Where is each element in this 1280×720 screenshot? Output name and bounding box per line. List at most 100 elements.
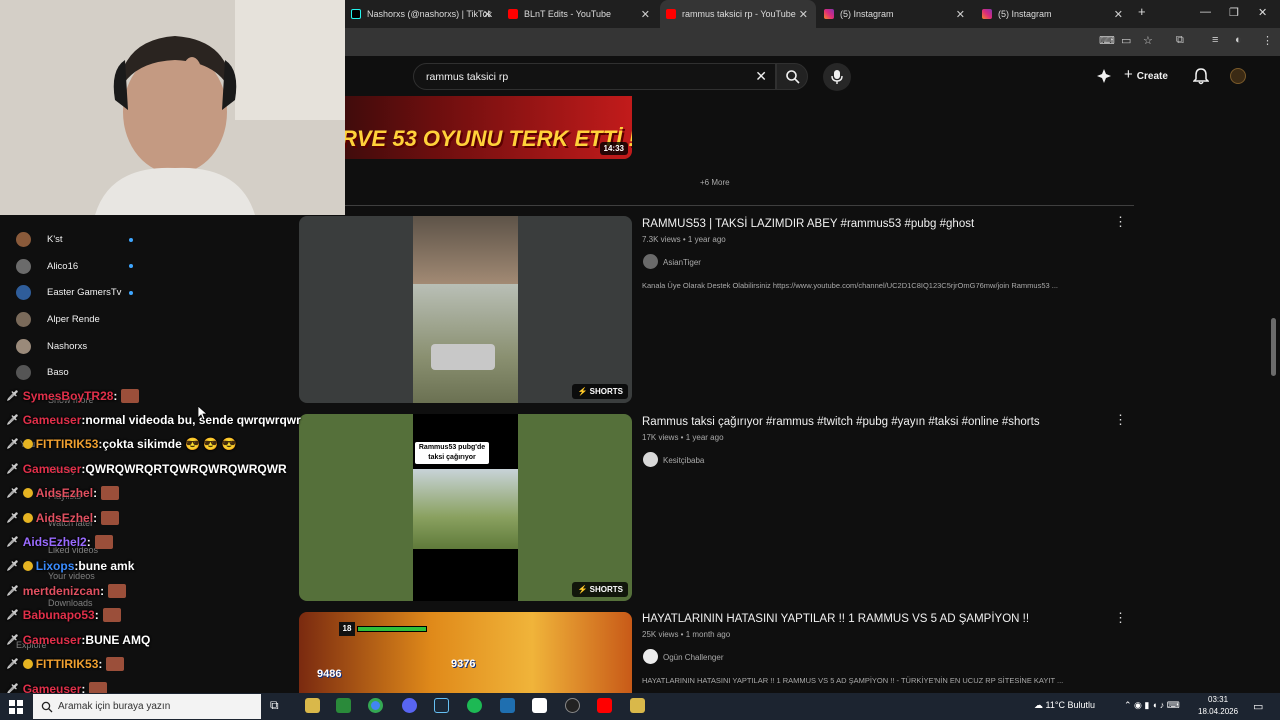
avatar <box>16 338 31 354</box>
taskbar-clock[interactable]: 03:31 18.04.2026 <box>1198 694 1238 718</box>
ai-sparkle-icon[interactable] <box>1096 68 1112 84</box>
new-tab-icon[interactable]: + <box>1138 4 1146 19</box>
search-input[interactable]: rammus taksici rp ✕ <box>413 63 776 90</box>
chat-username: Gameuser <box>22 462 82 476</box>
more-results-link[interactable]: +6 More <box>700 178 730 187</box>
task-view-icon[interactable]: ⧉ <box>270 698 285 713</box>
tab-tiktok[interactable]: Nashorxs (@nashorxs) | TikTok ✕ <box>345 0 500 28</box>
app-icon[interactable] <box>630 698 645 713</box>
app-icon[interactable] <box>565 698 580 713</box>
extensions-icon[interactable]: ⧉ <box>1176 34 1184 47</box>
video-thumbnail[interactable]: Rammus53 pubg'de taksi çağırıyor ⚡ SHORT… <box>299 414 632 601</box>
subscriber-badge-icon <box>22 439 33 449</box>
channel-avatar[interactable] <box>643 649 658 664</box>
youtube-icon <box>508 9 518 19</box>
media-icon[interactable]: ≡ <box>1212 34 1218 46</box>
steam-icon[interactable] <box>434 698 449 713</box>
channel-avatar[interactable] <box>643 254 658 269</box>
minimize-icon[interactable]: — <box>1200 6 1211 18</box>
app-icon[interactable] <box>336 698 351 713</box>
app-icon[interactable] <box>500 698 515 713</box>
channel-name[interactable]: Ogün Challenger <box>663 653 723 662</box>
chat-text: normal videoda bu, sende qwrqwrqwr <box>85 413 301 427</box>
video-thumbnail-top[interactable]: RVE 53 OYUNU TERK ETTİ ! 14:33 <box>299 96 632 159</box>
bookmark-star-icon[interactable]: ☆ <box>1143 34 1153 47</box>
clear-search-icon[interactable]: ✕ <box>755 68 767 85</box>
more-actions-icon[interactable]: ⋮ <box>1114 412 1127 428</box>
close-icon[interactable]: ✕ <box>956 8 965 21</box>
close-icon[interactable]: ✕ <box>1114 8 1123 21</box>
search-icon <box>786 70 800 84</box>
chat-emote <box>121 389 140 403</box>
app-icon[interactable] <box>532 698 547 713</box>
sidebar-subscription-kst[interactable]: K'st <box>16 229 63 249</box>
sidebar-subscription-easter-gamerstv[interactable]: Easter GamersTv <box>16 282 121 302</box>
browser-menu-icon[interactable]: ⋮ <box>1262 34 1273 47</box>
moderator-sword-icon: 🗡 <box>6 463 19 475</box>
video-thumbnail[interactable]: ⚡ SHORTS <box>299 216 632 403</box>
chat-username: AidsEzhel <box>35 486 94 500</box>
video-title[interactable]: Rammus taksi çağırıyor #rammus #twitch #… <box>642 416 1040 428</box>
system-tray-icons[interactable]: ⌃ ◉ ▮ ◖ ♪ ⌨ <box>1124 700 1180 711</box>
sidebar-subscription-alico16[interactable]: Alico16 <box>16 256 78 276</box>
more-actions-icon[interactable]: ⋮ <box>1114 214 1127 230</box>
tab-blnt-edits[interactable]: BLnT Edits - YouTube ✕ <box>502 0 658 28</box>
thumbnail-frame-face <box>413 216 518 284</box>
channel-name[interactable]: Kesitçibaba <box>663 456 704 465</box>
youtube-icon[interactable] <box>597 698 612 713</box>
subscriber-badge-icon <box>22 513 33 523</box>
sidebar-subscription-nashorxs[interactable]: Nashorxs <box>16 336 87 356</box>
create-label: Create <box>1136 71 1168 82</box>
close-icon[interactable]: ✕ <box>799 8 808 21</box>
video-meta: 17K views • 1 year ago <box>642 433 724 442</box>
video-title[interactable]: RAMMUS53 | TAKSİ LAZIMDIR ABEY #rammus53… <box>642 218 974 230</box>
app-icon[interactable] <box>305 698 320 713</box>
chrome-icon[interactable] <box>368 698 383 713</box>
avatar <box>16 284 31 300</box>
avatar <box>16 231 31 247</box>
thumbnail-overlay-text: RVE 53 OYUNU TERK ETTİ ! <box>341 126 632 151</box>
chat-username: Lixops <box>35 559 75 573</box>
restore-icon[interactable]: ❐ <box>1229 6 1239 19</box>
taskbar-weather[interactable]: ☁ 11°C Bulutlu <box>1034 700 1095 711</box>
chat-separator: : <box>94 608 99 622</box>
channel-avatar[interactable] <box>643 452 658 467</box>
voice-search-button[interactable] <box>823 63 851 91</box>
tab-rammus-search[interactable]: rammus taksici rp - YouTube ✕ <box>660 0 816 28</box>
account-avatar[interactable] <box>1230 68 1246 84</box>
chat-username: AidsEzhel <box>35 511 94 525</box>
taskbar-search-box[interactable]: Aramak için buraya yazın <box>33 694 261 719</box>
moderator-sword-icon: 🗡 <box>6 414 19 426</box>
notifications-bell-icon[interactable] <box>1193 67 1209 85</box>
spotify-icon[interactable] <box>467 698 482 713</box>
shorts-badge: ⚡ SHORTS <box>572 582 628 597</box>
windows-start-icon[interactable] <box>9 700 23 714</box>
video-title[interactable]: HAYATLARININ HATASINI YAPTILAR !! 1 RAMM… <box>642 613 1029 625</box>
close-icon[interactable]: ✕ <box>641 8 650 21</box>
discord-icon[interactable] <box>402 698 417 713</box>
tab-instagram-1[interactable]: (5) Instagram ✕ <box>818 0 973 28</box>
instagram-icon <box>982 9 992 19</box>
notifications-icon[interactable]: ▭ <box>1253 700 1263 713</box>
mouse-cursor-icon <box>198 406 208 421</box>
sidebar-subscription-baso[interactable]: Baso <box>16 362 69 382</box>
profile-icon[interactable]: ◐ <box>1235 34 1242 46</box>
sidebar-subscription-alper-rende[interactable]: Alper Rende <box>16 309 100 329</box>
window-close-icon[interactable]: ✕ <box>1258 6 1267 19</box>
streamer-camera-image <box>0 0 345 215</box>
cast-icon[interactable]: ▭ <box>1121 34 1131 47</box>
close-icon[interactable]: ✕ <box>483 8 492 21</box>
channel-name[interactable]: AsianTiger <box>663 258 701 267</box>
chat-emote <box>108 584 127 598</box>
more-actions-icon[interactable]: ⋮ <box>1114 610 1127 626</box>
live-indicator <box>129 291 133 295</box>
weather-text: 11°C Bulutlu <box>1045 700 1095 710</box>
video-thumbnail[interactable]: 18 9376 9486 <box>299 612 632 693</box>
thumbnail-number: 9376 <box>451 658 476 670</box>
translate-icon[interactable]: ⌨ <box>1099 34 1115 47</box>
clock-time: 03:31 <box>1208 695 1229 704</box>
tab-instagram-2[interactable]: (5) Instagram ✕ <box>976 0 1131 28</box>
search-button[interactable] <box>776 63 808 90</box>
create-button[interactable]: + Create <box>1124 66 1168 83</box>
page-scrollbar[interactable] <box>1271 318 1276 376</box>
